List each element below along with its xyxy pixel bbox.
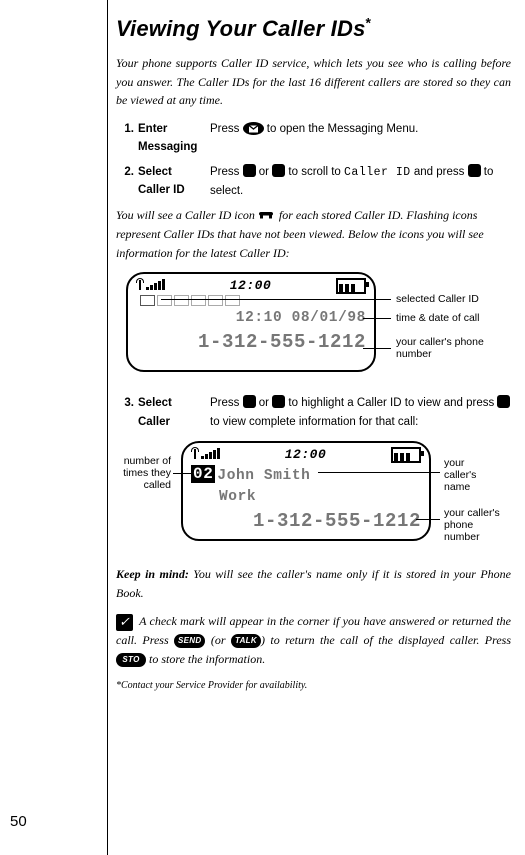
annot-selected-caller-id: selected Caller ID	[396, 293, 479, 305]
nav-up-key-icon	[243, 395, 256, 408]
caller-id-icon	[258, 210, 276, 220]
battery-icon	[336, 278, 366, 294]
step-1-number: 1.	[116, 120, 138, 157]
step-3-number: 3.	[116, 394, 138, 431]
lcd2-clock: 12:00	[285, 445, 327, 465]
lcd1-clock: 12:00	[230, 276, 272, 296]
annot-caller-number-2: your caller's phone number	[444, 507, 511, 543]
lcd1-number: 1-312-555-1212	[136, 329, 366, 357]
footnote: *Contact your Service Provider for avail…	[116, 678, 511, 694]
nav-down-key-icon	[272, 164, 285, 177]
step-2-number: 2.	[116, 163, 138, 201]
step-3-text: Press or to highlight a Caller ID to vie…	[210, 394, 511, 431]
select-key-icon	[468, 164, 481, 177]
caller-id-icons-row	[140, 295, 366, 307]
intro-paragraph: Your phone supports Caller ID service, w…	[116, 54, 511, 110]
select-key-icon	[497, 395, 510, 408]
step-1-name: EnterMessaging	[138, 120, 210, 157]
checkmark-icon: ✓	[116, 614, 133, 631]
step-2-text: Press or to scroll to Caller ID and pres…	[210, 163, 511, 201]
step-3-name: SelectCaller	[138, 394, 210, 431]
battery-icon	[391, 447, 421, 463]
send-key-icon: SEND	[174, 634, 205, 648]
title-footnote-marker: *	[366, 15, 372, 31]
keep-in-mind-paragraph: Keep in mind: You will see the caller's …	[116, 565, 511, 602]
annot-time-date: time & date of call	[396, 312, 479, 324]
page-title: Viewing Your Caller IDs*	[116, 12, 511, 46]
signal-icon	[136, 277, 165, 296]
content-area: Viewing Your Caller IDs* Your phone supp…	[116, 12, 511, 694]
step-3: 3. SelectCaller Press or to highlight a …	[116, 394, 511, 431]
lcd1-datetime: 12:10 08/01/98	[136, 308, 366, 329]
step-1-text: Press to open the Messaging Menu.	[210, 120, 511, 157]
messaging-key-icon	[243, 122, 264, 135]
signal-icon	[191, 446, 220, 465]
keep-in-mind-label: Keep in mind:	[116, 567, 189, 581]
lcd2-label: Work	[191, 487, 421, 508]
step-2-name: SelectCaller ID	[138, 163, 210, 201]
caller-id-lcd-word: Caller ID	[344, 166, 411, 179]
lcd2-call-count: 02	[191, 465, 215, 483]
nav-down-key-icon	[272, 395, 285, 408]
nav-up-key-icon	[243, 164, 256, 177]
annot-call-count: number of times they called	[116, 455, 171, 491]
step-2: 2. SelectCaller ID Press or to scroll to…	[116, 163, 511, 201]
lcd2-name: John Smith	[217, 468, 310, 484]
sto-key-icon: STO	[116, 653, 146, 667]
annot-caller-number-1: your caller's phone number	[396, 336, 511, 360]
left-divider	[107, 0, 108, 855]
lcd-illustration-1: 12:00 12:10 08/01/98 1-312-555-1212 sele…	[116, 272, 511, 378]
title-text: Viewing Your Caller IDs	[116, 16, 366, 41]
annot-caller-name: your caller's name	[444, 457, 499, 493]
talk-key-icon: TALK	[231, 634, 261, 648]
lcd-illustration-2: 12:00 02John Smith Work 1-312-555-1212 n…	[116, 441, 511, 549]
checkmark-paragraph: ✓ A check mark will appear in the corner…	[116, 612, 511, 668]
step-1: 1. EnterMessaging Press to open the Mess…	[116, 120, 511, 157]
page-number: 50	[10, 810, 27, 833]
lcd2-number: 1-312-555-1212	[191, 508, 421, 536]
mid-paragraph: You will see a Caller ID icon for each s…	[116, 206, 511, 262]
